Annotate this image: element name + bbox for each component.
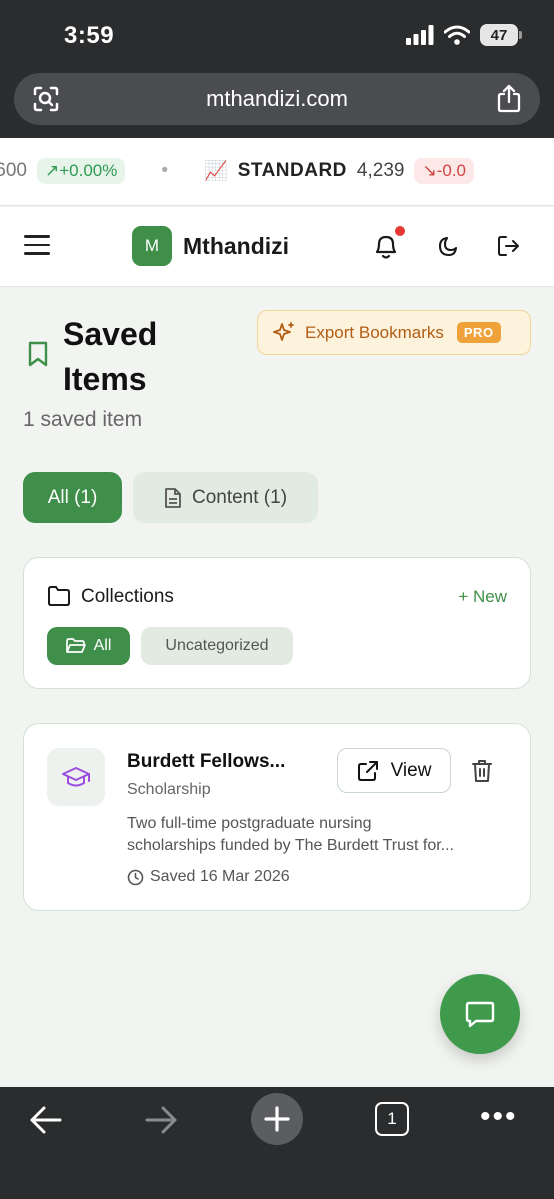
ticker-change-down: ↘-0.0 <box>414 158 474 184</box>
clock-icon <box>127 869 144 885</box>
dark-mode-icon[interactable] <box>436 233 462 259</box>
folder-icon <box>48 586 70 606</box>
item-thumbnail <box>47 748 105 806</box>
item-description: Two full-time postgraduate nursing schol… <box>127 813 517 857</box>
brand-name[interactable]: Mthandizi <box>183 233 289 260</box>
new-collection-button[interactable]: + New <box>458 587 507 607</box>
plus-icon <box>264 1106 290 1132</box>
wifi-icon <box>444 25 470 45</box>
export-label: Export Bookmarks <box>305 322 444 342</box>
ticker-name: STANDARD <box>237 160 347 181</box>
item-description-line: Two full-time postgraduate nursing <box>127 815 372 832</box>
new-tab-button[interactable] <box>251 1093 303 1145</box>
browser-chrome: mthandizi.com <box>0 70 554 138</box>
collection-chip-label: All <box>93 637 112 654</box>
status-bar: 3:59 47 <box>0 0 554 70</box>
logo-badge[interactable]: M <box>132 226 172 266</box>
item-saved-date: Saved 16 Mar 2026 <box>127 868 290 886</box>
trash-icon[interactable] <box>471 759 493 783</box>
address-bar[interactable]: mthandizi.com <box>14 73 540 125</box>
pro-badge: PRO <box>456 322 501 343</box>
tabs-button[interactable]: 1 <box>375 1102 409 1136</box>
page-title: Saved Items <box>63 316 158 397</box>
chart-up-icon: 📈 <box>204 161 228 182</box>
collections-title: Collections <box>81 586 174 607</box>
logout-icon[interactable] <box>496 233 522 259</box>
url-text: mthandizi.com <box>206 86 348 111</box>
collections-card: Collections + New All Uncategorized <box>23 557 531 689</box>
app-header: M Mthandizi <box>0 207 554 287</box>
ticker-change-text: +0.00% <box>59 161 118 180</box>
filter-all[interactable]: All (1) <box>23 472 122 523</box>
chat-icon <box>465 1001 495 1028</box>
view-label: View <box>390 759 432 781</box>
forward-arrow-icon[interactable] <box>143 1103 179 1137</box>
ticker-value: ,600 <box>0 160 27 181</box>
back-arrow-icon[interactable] <box>28 1103 64 1137</box>
share-icon[interactable] <box>496 83 522 113</box>
filter-content[interactable]: Content (1) <box>133 472 318 523</box>
item-title[interactable]: Burdett Fellows... <box>127 751 285 773</box>
ticker-change-up: ↗+0.00% <box>36 158 126 184</box>
document-icon <box>165 487 181 508</box>
more-icon[interactable]: ••• <box>480 1102 518 1132</box>
filter-content-label: Content (1) <box>191 486 288 508</box>
trend-up-icon: ↗ <box>44 161 60 180</box>
view-button[interactable]: View <box>337 748 451 793</box>
export-bookmarks-button[interactable]: Export Bookmarks PRO <box>257 310 531 355</box>
visual-search-icon[interactable] <box>32 85 60 113</box>
market-ticker: ,600 ↗+0.00% • 📈 STANDARD 4,239 ↘-0.0 <box>0 138 554 206</box>
battery-icon: 47 <box>480 24 522 46</box>
signal-icon <box>406 25 434 45</box>
folder-open-icon <box>65 638 86 653</box>
ticker-change-text: -0.0 <box>436 161 466 180</box>
saved-date-text: Saved 16 Mar 2026 <box>150 868 290 885</box>
collection-chip-uncategorized[interactable]: Uncategorized <box>141 627 293 665</box>
menu-icon[interactable] <box>24 235 50 257</box>
status-time: 3:59 <box>64 22 115 49</box>
item-description-line: scholarships funded by The Burdett Trust… <box>127 837 454 854</box>
status-icons: 47 <box>406 24 522 46</box>
bookmark-icon <box>28 341 48 367</box>
external-link-icon <box>357 760 378 781</box>
chat-button[interactable] <box>440 974 520 1054</box>
notification-dot <box>395 226 405 236</box>
bell-icon[interactable] <box>372 231 400 261</box>
graduation-cap-icon <box>62 767 90 787</box>
trend-down-icon: ↘ <box>422 161 437 180</box>
ticker-separator: • <box>161 160 169 181</box>
item-type: Scholarship <box>127 781 211 798</box>
ticker-value: 4,239 <box>356 160 405 181</box>
sparkles-icon <box>273 321 294 341</box>
saved-count: 1 saved item <box>23 408 143 431</box>
collection-chip-all[interactable]: All <box>47 627 130 665</box>
browser-toolbar: 1 ••• <box>0 1087 554 1199</box>
saved-item-card[interactable]: Burdett Fellows... Scholarship View Two … <box>23 723 531 911</box>
